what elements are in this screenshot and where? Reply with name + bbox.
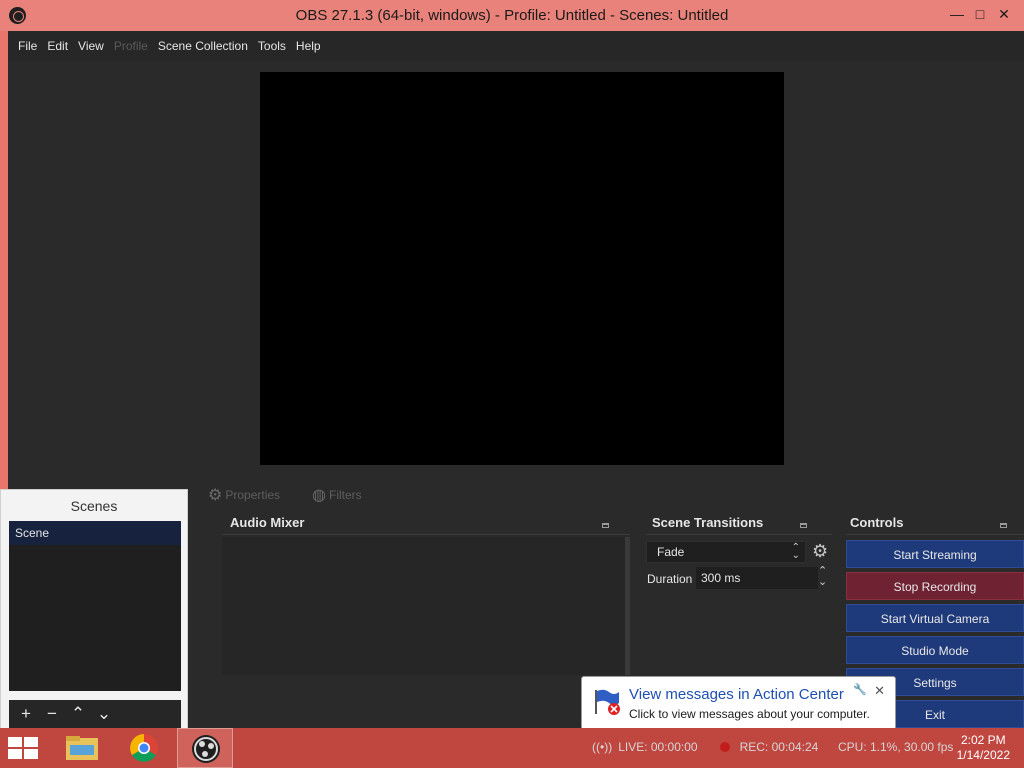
audio-mixer-panel: [222, 537, 630, 675]
rec-status: REC: 00:04:24: [739, 740, 819, 754]
live-broadcast-icon: ((•)): [592, 740, 613, 754]
action-center-notification[interactable]: View messages in Action Center Click to …: [581, 676, 896, 739]
close-notification-icon[interactable]: ✕: [874, 683, 885, 699]
filters-label: Filters: [329, 488, 362, 502]
obs-taskbar-icon[interactable]: [177, 728, 233, 768]
menu-file[interactable]: File: [14, 39, 41, 53]
duration-input[interactable]: 300 ms: [696, 567, 818, 589]
duration-label: Duration: [647, 572, 693, 586]
chrome-icon[interactable]: [116, 728, 172, 768]
file-explorer-icon[interactable]: [54, 728, 110, 768]
action-center-flag-icon: [595, 689, 620, 715]
move-up-icon[interactable]: ⌃: [65, 704, 91, 724]
menu-bar: File Edit View Profile Scene Collection …: [8, 31, 1024, 61]
add-scene-icon[interactable]: +: [13, 704, 39, 724]
gear-icon: ⚙: [208, 487, 223, 504]
close-button[interactable]: ✕: [991, 3, 1017, 25]
menu-help[interactable]: Help: [292, 39, 325, 53]
notification-title: View messages in Action Center: [629, 686, 844, 703]
preview-area: [8, 61, 1024, 508]
notification-body: Click to view messages about your comput…: [629, 707, 870, 721]
properties-label: Properties: [225, 488, 281, 502]
controls-undock-icon[interactable]: [1000, 523, 1007, 528]
studio-mode-button[interactable]: Studio Mode: [846, 636, 1024, 664]
scenes-toolbar: + − ⌃ ⌄: [9, 700, 181, 728]
menu-profile: Profile: [113, 39, 148, 53]
properties-button[interactable]: ⚙ Properties: [208, 485, 280, 505]
scene-transitions-undock-icon[interactable]: [800, 523, 807, 528]
divider: [646, 534, 832, 535]
filters-icon: ◍: [312, 487, 327, 504]
transition-select-value: Fade: [657, 545, 685, 559]
divider: [846, 534, 1024, 535]
scenes-dock: Scenes Scene + − ⌃ ⌄: [0, 489, 188, 729]
scene-list-item[interactable]: Scene: [9, 521, 181, 545]
duration-stepper[interactable]: ⌃ ⌄: [818, 566, 827, 588]
audio-mixer-title: Audio Mixer: [230, 515, 305, 530]
menu-view[interactable]: View: [74, 39, 108, 53]
obs-status-bar: ((•)) LIVE: 00:00:00 REC: 00:04:24: [592, 740, 818, 754]
audio-mixer-undock-icon[interactable]: [602, 523, 609, 528]
program-preview[interactable]: [260, 72, 784, 465]
taskbar: ((•)) LIVE: 00:00:00 REC: 00:04:24 CPU: …: [0, 728, 1024, 768]
wrench-icon[interactable]: 🔧: [853, 683, 867, 696]
remove-scene-icon[interactable]: −: [39, 704, 65, 724]
audio-mixer-scrollbar[interactable]: [625, 537, 630, 675]
menu-scene-collection[interactable]: Scene Collection: [154, 39, 252, 53]
window-title: OBS 27.1.3 (64-bit, windows) - Profile: …: [295, 7, 729, 24]
controls-title: Controls: [850, 515, 904, 530]
live-status: LIVE: 00:00:00: [618, 740, 698, 754]
scenes-title: Scenes: [70, 498, 118, 514]
maximize-button[interactable]: □: [967, 3, 993, 25]
move-down-icon[interactable]: ⌄: [91, 704, 117, 724]
transition-select[interactable]: Fade ⌃ ⌄: [646, 541, 806, 563]
cpu-status: CPU: 1.1%, 30.00 fps: [838, 740, 954, 754]
start-virtual-camera-button[interactable]: Start Virtual Camera: [846, 604, 1024, 632]
recording-dot-icon: [719, 742, 730, 752]
scenes-list: Scene: [9, 521, 181, 691]
menu-edit[interactable]: Edit: [43, 39, 72, 53]
chevron-updown-icon: ⌃ ⌄: [791, 542, 800, 561]
stop-recording-button[interactable]: Stop Recording: [846, 572, 1024, 600]
title-bar: OBS 27.1.3 (64-bit, windows) - Profile: …: [0, 0, 1024, 31]
transition-settings-gear-icon[interactable]: ⚙: [812, 541, 828, 562]
menu-tools[interactable]: Tools: [254, 39, 290, 53]
filters-button[interactable]: ◍ Filters: [312, 485, 362, 505]
clock-time: 2:02 PM: [960, 733, 1006, 747]
divider: [222, 534, 630, 535]
windows-start-icon[interactable]: [8, 737, 38, 759]
scene-transitions-title: Scene Transitions: [652, 515, 764, 530]
start-streaming-button[interactable]: Start Streaming: [846, 540, 1024, 568]
source-toolbar: ⚙ Properties ◍ Filters: [208, 484, 394, 506]
system-clock[interactable]: 2:02 PM 1/14/2022: [957, 733, 1010, 763]
clock-date: 1/14/2022: [956, 748, 1010, 762]
